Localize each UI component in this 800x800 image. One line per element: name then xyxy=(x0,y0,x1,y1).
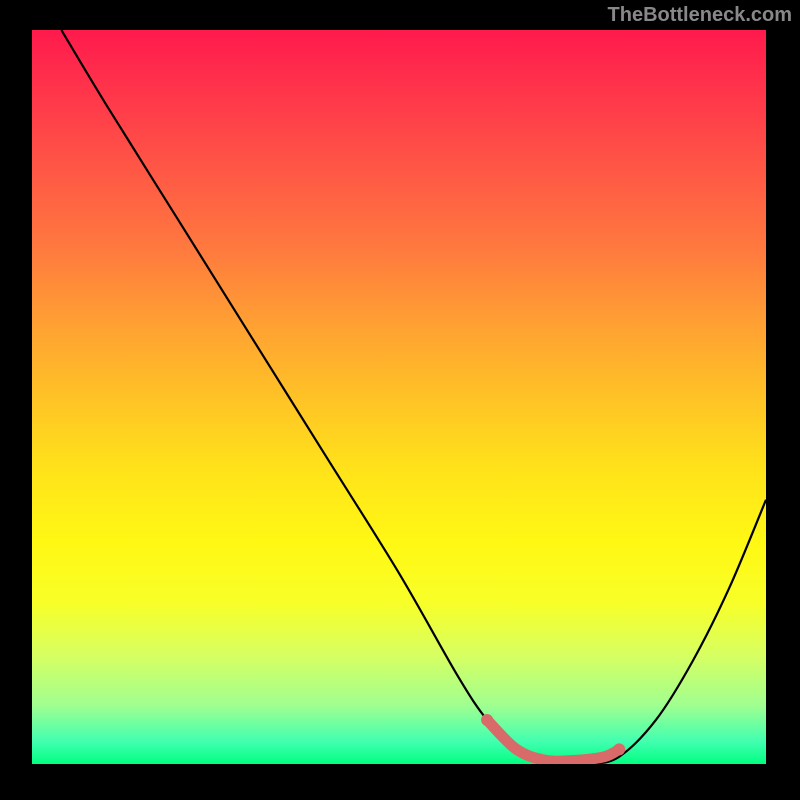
marker-start-dot xyxy=(481,714,493,726)
optimal-range-marker xyxy=(487,720,619,761)
bottleneck-curve-line xyxy=(61,30,766,764)
plot-area xyxy=(32,30,766,764)
chart-container: TheBottleneck.com xyxy=(0,0,800,800)
marker-end-dot xyxy=(613,743,625,755)
watermark-text: TheBottleneck.com xyxy=(608,4,792,27)
curve-svg xyxy=(32,30,766,764)
